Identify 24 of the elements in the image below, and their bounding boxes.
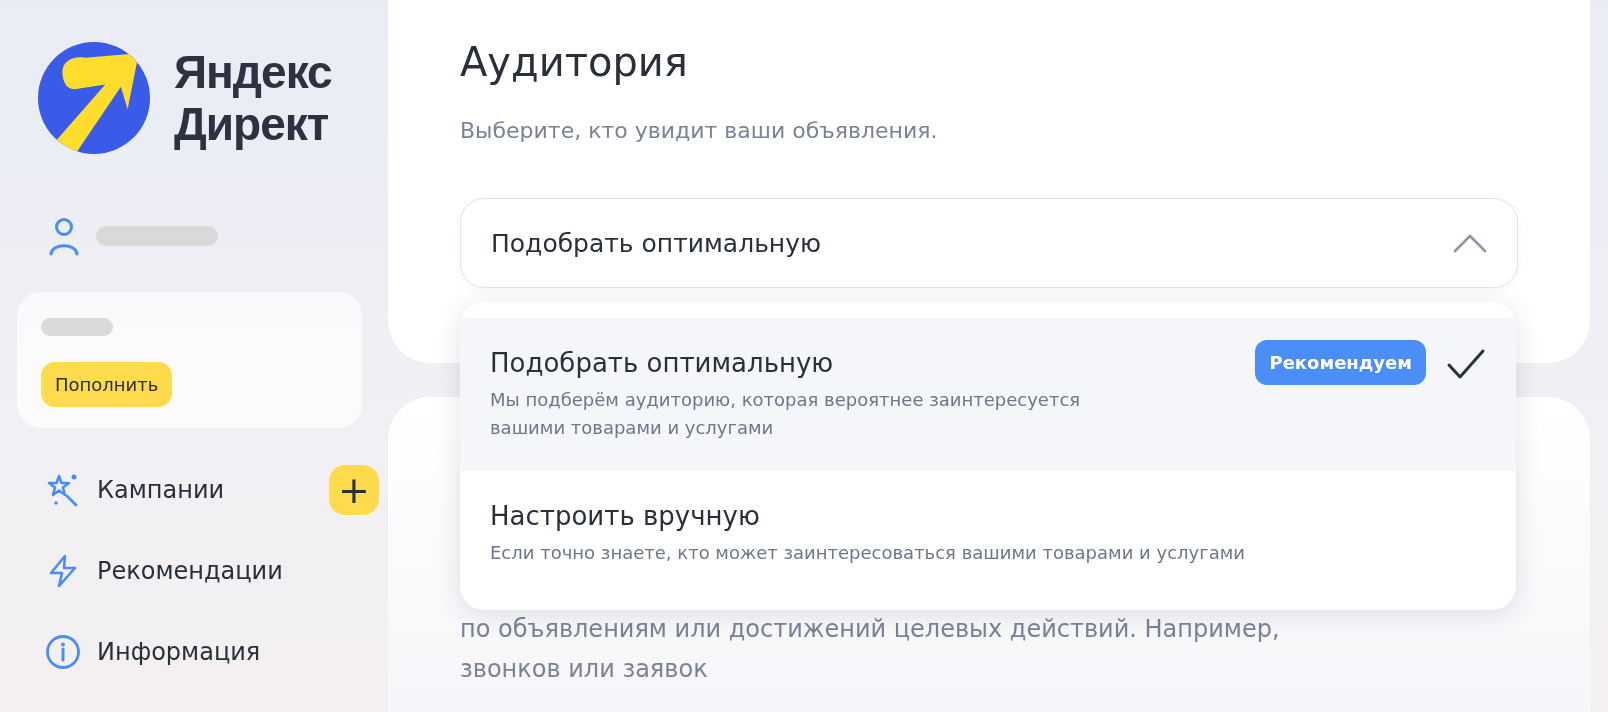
top-up-button[interactable]: Пополнить [41, 362, 173, 407]
info-icon [45, 634, 81, 670]
chevron-up-icon [1453, 233, 1487, 253]
nav-item[interactable]: Кампании [97, 476, 313, 504]
audience-select[interactable]: Подобрать оптимальную [460, 198, 1518, 288]
section-title: Аудитория [460, 38, 689, 87]
logo-text: Директ [174, 98, 330, 150]
checkmark-icon [1446, 348, 1486, 380]
nav-item[interactable]: Рекомендации [97, 557, 362, 585]
option-description: Если точно знаете, кто может заинтересоваться вашими товарами и услугами [490, 541, 1246, 565]
recommended-badge: Рекомендуем [1255, 340, 1426, 385]
body-text: звонков или заявок [460, 654, 709, 685]
option-description: Мы подберём аудиторию, которая вероятнее заинтересуется вашими товарами и услугами [490, 388, 1082, 440]
nav-item[interactable]: Информация [97, 638, 362, 666]
body-text: по объявлениям или достижений целевых действий. Например, [460, 614, 1281, 645]
dropdown-option[interactable]: Настроить вручную Если точно знаете, кто может заинтересоваться вашими товарами и услугами [460, 471, 1516, 587]
option-title: Подобрать оптимальную [490, 348, 835, 378]
placeholder-bar [41, 318, 113, 336]
add-button[interactable]: + [329, 465, 379, 515]
dropdown-option[interactable]: Подобрать оптимальную Мы подберём аудиторию, которая вероятнее заинтересуется вашими товарами и услугами Рекомендуем [460, 318, 1516, 471]
user-icon [48, 216, 80, 256]
logo-text: Яндекс [174, 46, 332, 98]
option-title: Настроить вручную [490, 501, 761, 531]
section-subtitle: Выберите, кто увидит ваши объявления. [460, 118, 939, 143]
